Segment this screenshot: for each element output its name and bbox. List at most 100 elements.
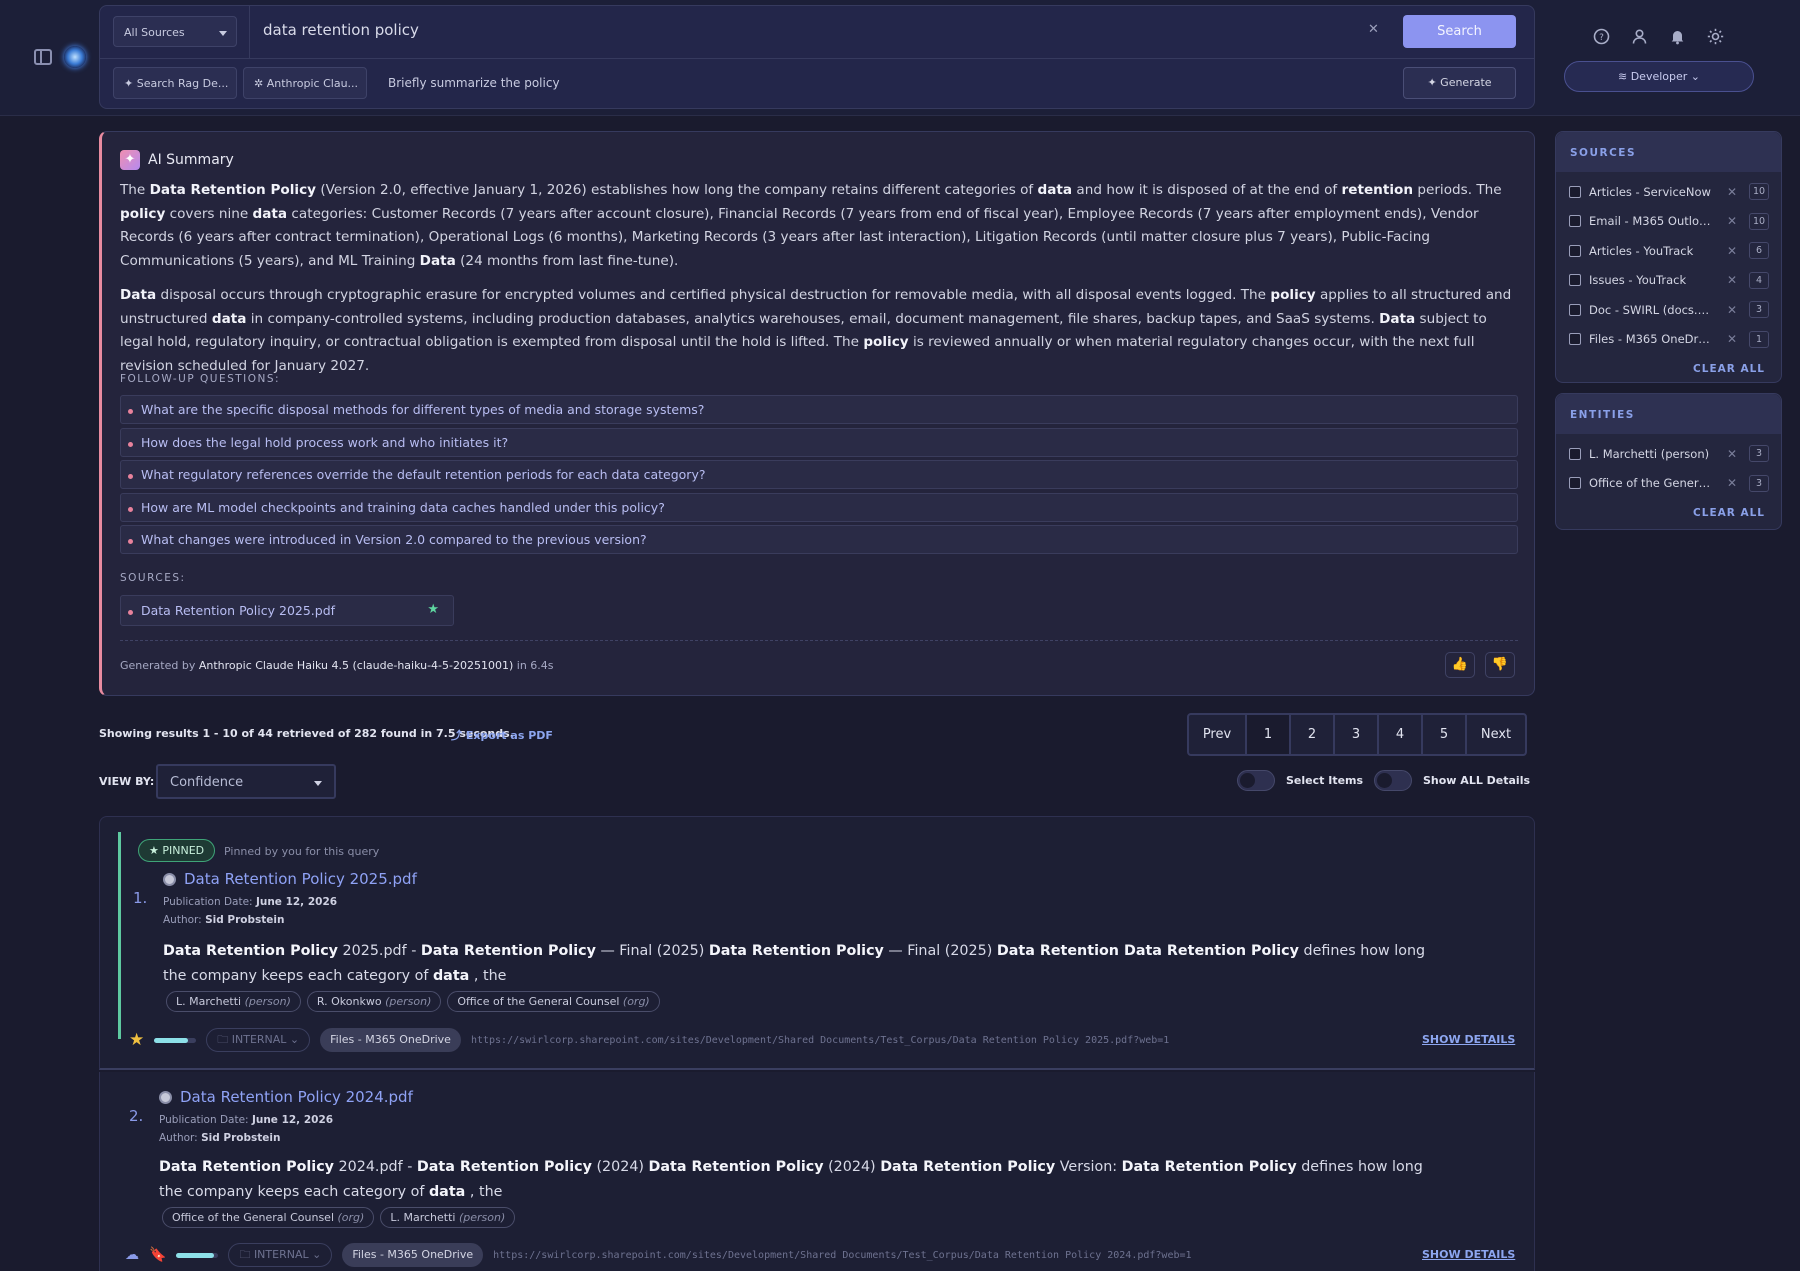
- summary-paragraph-1: The Data Retention Policy (Version 2.0, …: [120, 182, 1502, 269]
- internal-badge[interactable]: 🗀 INTERNAL ⌄: [206, 1028, 311, 1052]
- close-icon[interactable]: ✕: [1727, 303, 1737, 317]
- close-icon[interactable]: ✕: [1727, 185, 1737, 199]
- divider: [120, 640, 1518, 641]
- page-button-3[interactable]: 3: [1335, 715, 1379, 754]
- source-facet[interactable]: Email - M365 Outloo... ✕ 10: [1556, 207, 1781, 237]
- facet-checkbox[interactable]: [1569, 215, 1581, 228]
- result-url[interactable]: https://swirlcorp.sharepoint.com/sites/D…: [471, 1035, 1169, 1046]
- followup-question[interactable]: How does the legal hold process work and…: [120, 427, 1518, 457]
- followup-question[interactable]: What are the specific disposal methods f…: [120, 395, 1518, 424]
- show-details-link[interactable]: SHOW DETAILS: [1422, 1033, 1515, 1046]
- generated-prefix: Generated by: [120, 659, 196, 672]
- close-icon[interactable]: ✕: [1727, 214, 1737, 228]
- close-icon[interactable]: ✕: [1727, 447, 1737, 461]
- source-facet[interactable]: Doc - SWIRL (docs.s... ✕ 3: [1556, 295, 1781, 325]
- entity-name: L. Marchetti: [390, 1211, 456, 1224]
- source-facet[interactable]: Articles - YouTrack ✕ 6: [1556, 236, 1781, 266]
- entity-tag[interactable]: L. Marchetti (person): [380, 1207, 516, 1228]
- source-badge: Files - M365 OneDrive: [342, 1243, 484, 1267]
- result-title-link[interactable]: Data Retention Policy 2024.pdf: [159, 1088, 413, 1106]
- next-page-button[interactable]: Next: [1467, 715, 1525, 754]
- search-input[interactable]: data retention policy: [263, 21, 419, 39]
- bell-icon[interactable]: [1668, 28, 1687, 47]
- sources-panel-title: SOURCES: [1556, 132, 1781, 172]
- generate-button[interactable]: ✦ Generate: [1403, 67, 1516, 99]
- user-icon[interactable]: [1630, 28, 1649, 47]
- entity-tag[interactable]: Office of the General Counsel (org): [447, 991, 660, 1012]
- entity-tag[interactable]: L. Marchetti (person): [166, 991, 301, 1012]
- result-actions: ☁ 🔖 🗀 INTERNAL ⌄ Files - M365 OneDrive h…: [125, 1243, 1192, 1267]
- close-icon[interactable]: ✕: [1727, 476, 1737, 490]
- bookmark-icon[interactable]: 🔖: [149, 1247, 166, 1263]
- page-button-4[interactable]: 4: [1379, 715, 1423, 754]
- star-icon: ★: [427, 602, 439, 617]
- show-all-details-toggle[interactable]: [1374, 770, 1412, 791]
- entity-tag[interactable]: R. Okonkwo (person): [306, 991, 442, 1012]
- followup-question[interactable]: What regulatory references override the …: [120, 460, 1518, 489]
- view-by-select[interactable]: Confidence: [156, 764, 336, 799]
- page-button-1[interactable]: 1: [1247, 715, 1291, 754]
- facet-checkbox[interactable]: [1569, 185, 1581, 198]
- close-icon[interactable]: ✕: [1727, 244, 1737, 258]
- model-chip[interactable]: ✲ Anthropic Clau...: [243, 67, 367, 99]
- page-button-2[interactable]: 2: [1291, 715, 1335, 754]
- close-icon[interactable]: ✕: [1727, 273, 1737, 287]
- entity-facet[interactable]: L. Marchetti (person) ✕ 3: [1556, 439, 1781, 469]
- result-number: 2.: [129, 1107, 144, 1125]
- prompt-input[interactable]: Briefly summarize the policy: [388, 76, 560, 90]
- logo-icon[interactable]: [64, 46, 86, 68]
- internal-badge[interactable]: 🗀 INTERNAL ⌄: [228, 1243, 333, 1267]
- facet-count: 1: [1749, 330, 1769, 348]
- show-details-link[interactable]: SHOW DETAILS: [1422, 1248, 1515, 1261]
- entity-type: (person): [385, 995, 432, 1008]
- entity-tag[interactable]: Office of the General Counsel (org): [162, 1207, 375, 1228]
- result-title: Data Retention Policy 2025.pdf: [184, 870, 417, 888]
- facet-checkbox[interactable]: [1569, 303, 1581, 316]
- svg-text:?: ?: [1599, 33, 1604, 43]
- entity-facet[interactable]: Office of the Genera... ✕ 3: [1556, 469, 1781, 499]
- result-title-link[interactable]: Data Retention Policy 2025.pdf: [163, 870, 417, 888]
- entity-type: (person): [244, 995, 291, 1008]
- facet-checkbox[interactable]: [1569, 447, 1581, 460]
- close-icon[interactable]: ✕: [1368, 22, 1379, 37]
- help-icon[interactable]: ?: [1592, 28, 1611, 47]
- source-facet[interactable]: Files - M365 OneDrive ✕ 1: [1556, 325, 1781, 355]
- facet-label: Doc - SWIRL (docs.s...: [1589, 302, 1711, 317]
- export-label: Export as PDF: [465, 729, 553, 742]
- facet-checkbox[interactable]: [1569, 477, 1581, 490]
- followup-question[interactable]: How are ML model checkpoints and trainin…: [120, 492, 1518, 522]
- source-link-label: Data Retention Policy 2025.pdf: [141, 603, 336, 618]
- facet-checkbox[interactable]: [1569, 333, 1581, 346]
- source-select-value: All Sources: [124, 26, 185, 39]
- facet-checkbox[interactable]: [1569, 244, 1581, 257]
- sun-icon[interactable]: [1706, 28, 1725, 47]
- prev-page-button[interactable]: Prev: [1189, 715, 1247, 754]
- developer-label: Developer: [1630, 70, 1688, 83]
- search-button[interactable]: Search: [1403, 15, 1516, 48]
- page-button-5[interactable]: 5: [1423, 715, 1467, 754]
- chip-label: Anthropic Clau...: [266, 77, 359, 90]
- sidebar-toggle-icon[interactable]: [34, 49, 52, 65]
- source-select[interactable]: All Sources: [113, 16, 237, 47]
- facet-checkbox[interactable]: [1569, 274, 1581, 287]
- star-icon[interactable]: ★: [129, 1030, 144, 1050]
- close-icon[interactable]: ✕: [1727, 332, 1737, 346]
- source-facet[interactable]: Issues - YouTrack ✕ 4: [1556, 266, 1781, 296]
- entity-type: (person): [458, 1211, 506, 1224]
- thumbs-down-icon[interactable]: 👎: [1485, 652, 1515, 678]
- sources-clear-all[interactable]: CLEAR ALL: [1693, 363, 1765, 375]
- entities-clear-all[interactable]: CLEAR ALL: [1693, 507, 1765, 519]
- view-by-value: Confidence: [170, 775, 244, 790]
- developer-button[interactable]: ≋ Developer ⌄: [1564, 61, 1754, 92]
- followup-question[interactable]: What changes were introduced in Version …: [120, 525, 1518, 554]
- globe-icon: [163, 872, 176, 886]
- source-facet[interactable]: Articles - ServiceNow ✕ 10: [1556, 177, 1781, 207]
- cloud-icon[interactable]: ☁: [125, 1247, 139, 1263]
- rag-chip[interactable]: ✦ Search Rag De...: [113, 67, 237, 99]
- summary-source-link[interactable]: Data Retention Policy 2025.pdf ★: [120, 595, 454, 626]
- thumbs-up-icon[interactable]: 👍: [1445, 652, 1475, 678]
- select-items-toggle[interactable]: [1237, 770, 1275, 791]
- result-url[interactable]: https://swirlcorp.sharepoint.com/sites/D…: [493, 1250, 1191, 1261]
- chip-label: Search Rag De...: [136, 77, 229, 90]
- export-pdf-link[interactable]: ⤴ Export as PDF: [451, 727, 553, 743]
